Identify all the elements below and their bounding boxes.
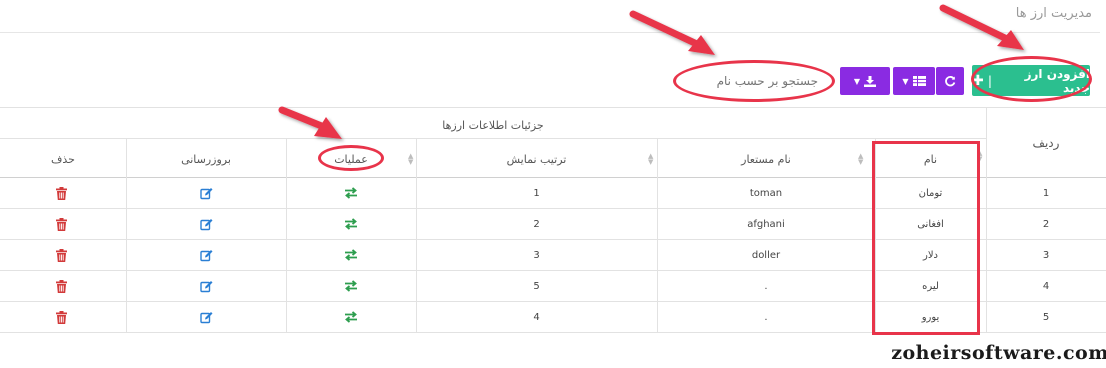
annotation-arrows <box>278 4 1024 139</box>
watermark-logo: zoheirsoftware.com <box>891 337 1106 368</box>
arrow-icon <box>939 4 1024 50</box>
arrow-icon <box>629 10 715 55</box>
arrow-icon <box>278 106 342 139</box>
